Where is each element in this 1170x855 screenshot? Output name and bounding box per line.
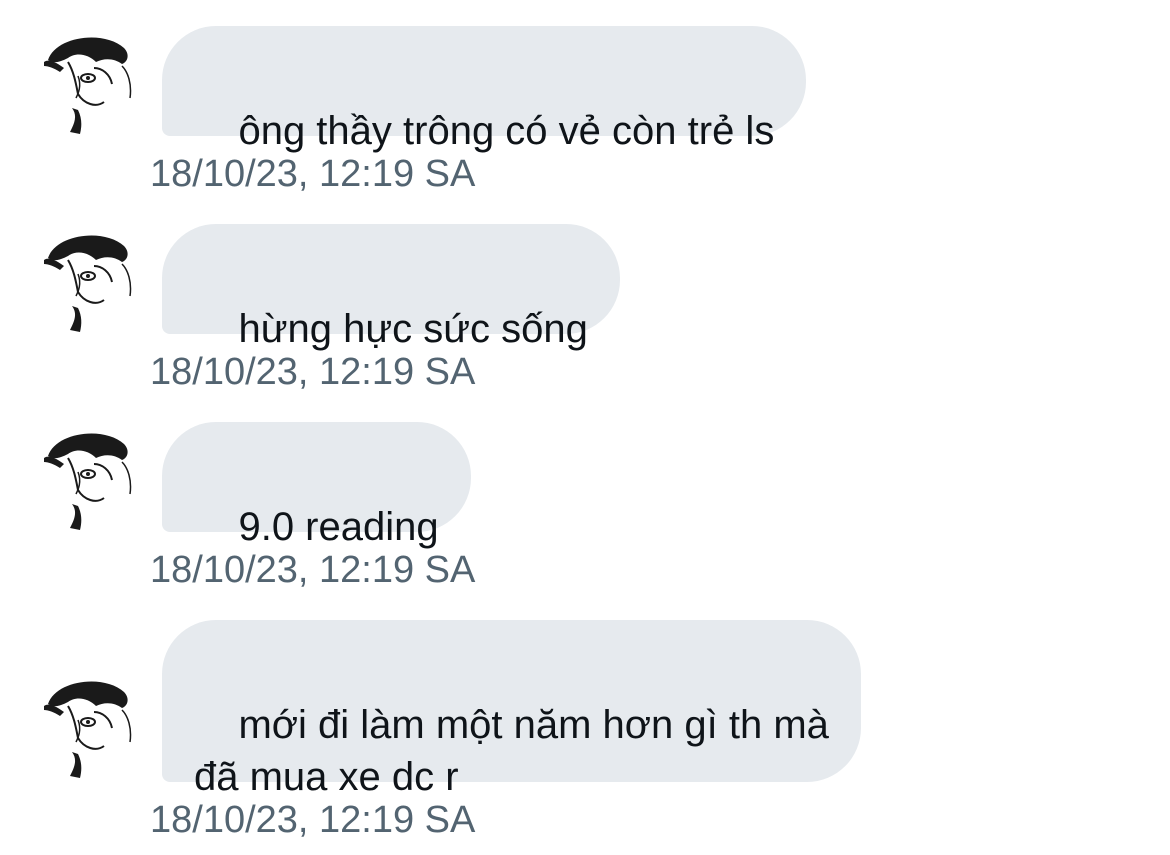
message-timestamp: 18/10/23, 12:19 SA <box>150 351 476 393</box>
message-timestamp: 18/10/23, 12:19 SA <box>150 549 476 591</box>
message-timestamp: 18/10/23, 12:19 SA <box>150 799 476 841</box>
manga-character-avatar-icon <box>34 672 142 780</box>
manga-character-avatar-icon <box>34 424 142 532</box>
sender-avatar[interactable] <box>34 226 142 334</box>
message-text: ông thầy trông có vẻ còn trẻ ls <box>238 109 775 153</box>
manga-character-avatar-icon <box>34 28 142 136</box>
message-timestamp: 18/10/23, 12:19 SA <box>150 153 476 195</box>
message-bubble[interactable]: ông thầy trông có vẻ còn trẻ ls <box>162 26 807 153</box>
message-bubble[interactable]: mới đi làm một năm hơn gì th mà đã mua x… <box>162 620 861 799</box>
message-text: 9.0 reading <box>238 505 439 549</box>
message-text: mới đi làm một năm hơn gì th mà đã mua x… <box>194 703 829 799</box>
sender-avatar[interactable] <box>34 424 142 532</box>
sender-avatar[interactable] <box>34 28 142 136</box>
manga-character-avatar-icon <box>34 226 142 334</box>
message-bubble[interactable]: hừng hực sức sống <box>162 224 620 351</box>
message-text: hừng hực sức sống <box>238 307 588 351</box>
message-bubble[interactable]: 9.0 reading <box>162 422 471 549</box>
sender-avatar[interactable] <box>34 672 142 780</box>
